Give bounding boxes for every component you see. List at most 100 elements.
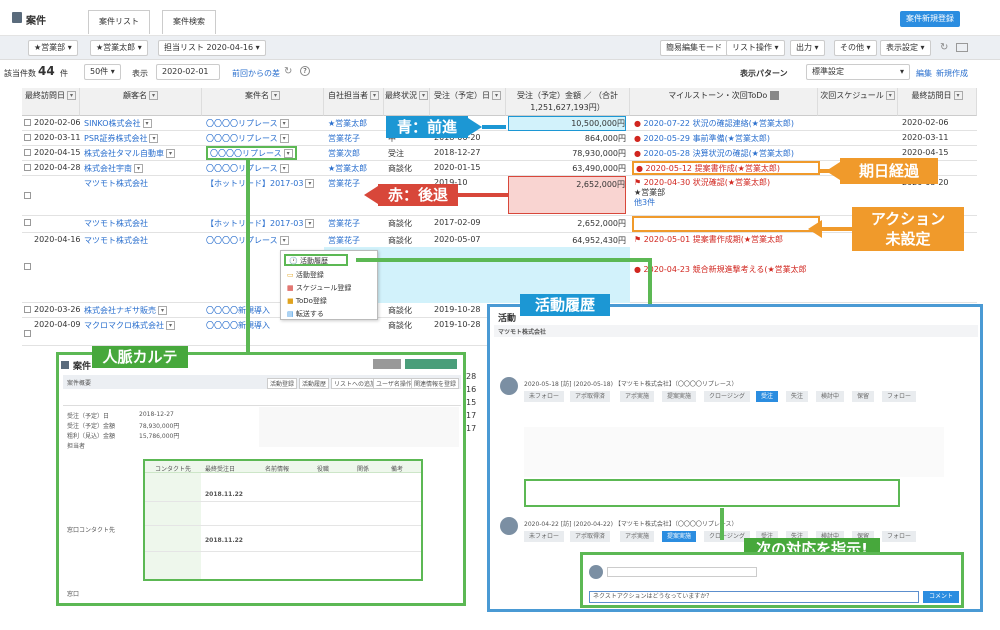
milestone-cell[interactable]: ⚑ 2020-05-01 提案書作成期(★営業太郎 ● 2020-04-23 競… [634,235,807,275]
karte-value: 15,786,000円 [139,433,180,440]
deal-link[interactable]: 【ホットリード】2017-03 ▾ [206,178,315,189]
count-label: 該当件数 [4,69,36,78]
milestone-link[interactable]: ● 2020-05-28 決算状況の確認(★営業太郎) [634,148,794,159]
menu-item-todo[interactable]: ■ ToDo登録 [287,296,327,306]
reply-input[interactable]: ネクストアクションはどうなっていますか？ [589,591,919,603]
header-owner[interactable]: 自社担当者 ▾ [324,88,384,116]
row-checkbox[interactable] [24,263,31,270]
row-checkbox[interactable] [24,306,31,313]
new-deal-button[interactable]: 案件新規登録 [900,11,960,27]
row-checkbox[interactable] [24,164,31,171]
row-checkbox[interactable] [24,192,31,199]
customer-link[interactable]: マツモト株式会社 [84,218,148,229]
filter-chip-owner[interactable]: ★営業太郎 ▾ [90,40,148,56]
tab-deal-search[interactable]: 案件検索 [162,10,216,34]
deal-link[interactable]: 【ホットリード】2017-03 ▾ [206,218,315,229]
milestone-link[interactable]: ● 2020-07-22 状況の確認連絡(★営業太郎) [634,118,794,129]
header-customer[interactable]: 顧客名 ▾ [80,88,202,116]
display-pattern-select[interactable]: 標準設定 ▾ [806,64,910,80]
help-icon[interactable]: ? [300,66,310,76]
row-order-date: 2019-10-28 [434,305,481,314]
deal-link[interactable]: 〇〇〇〇リプレース ▾ [206,118,289,129]
menu-item-schedule[interactable]: ▦ スケジュール登録 [287,283,351,293]
row-checkbox[interactable] [24,134,31,141]
header-order-date[interactable]: 受注（予定）日 ▾ [430,88,506,116]
display-settings-button[interactable]: 表示設定 ▾ [880,40,931,56]
table-row[interactable]: 2020-03-11 PSR証券株式会社 ▾ 〇〇〇〇リプレース ▾ 営業花子 中 … [22,131,977,146]
history-entry-header[interactable]: 2020-04-22 [訪] (2020-04-22) 【マツモト株式会社】（〇… [524,519,738,528]
comment-box[interactable] [524,479,900,507]
refresh-small-icon[interactable]: ↻ [284,66,292,77]
customer-link[interactable]: SINKO株式会社 ▾ [84,118,152,129]
stage-bar: 未フォロー アポ取得済 アポ実施 提案実施 クロージング 受注 失注 検討中 保… [524,531,944,544]
row-checkbox[interactable] [24,119,31,126]
customer-link[interactable]: マツモト株式会社 [84,178,148,189]
deal-link[interactable]: 〇〇〇〇新規導入 [206,305,270,316]
row-last-visit: 2020-02-06 [902,118,949,127]
customer-link[interactable]: マクロマクロ株式会社 ▾ [84,320,175,331]
tab-deal-list[interactable]: 案件リスト [88,10,150,34]
menu-item-forward[interactable]: ▤ 転送する [287,309,324,319]
milestone-empty[interactable] [632,216,820,232]
milestone-link[interactable]: ● 2020-05-29 事前準備(★営業太郎) [634,133,770,144]
customer-link[interactable]: PSR証券株式会社 ▾ [84,133,159,144]
milestone-cell[interactable]: ⚑ 2020-04-30 状況確認(★営業太郎) ★営業部 他3件 [634,178,770,208]
header-milestone[interactable]: マイルストーン・次回ToDo [630,88,818,116]
row-status: 商談化 [388,236,412,245]
table-row[interactable]: 2020-04-16 マツモト株式会社 〇〇〇〇リプレース ▾ 営業花子 商談化 … [22,233,977,303]
mention-input[interactable] [607,567,757,577]
owner-link[interactable]: 営業次郎 [328,148,360,159]
history-entry-header[interactable]: 2020-05-18 [訪] (2020-05-18) 【マツモト株式会社】（〇… [524,379,738,388]
karte-button[interactable] [405,359,457,369]
avatar [500,517,518,535]
row-date: 2020-02-06 [34,118,81,127]
header-next-schedule[interactable]: 次回スケジュール ▾ [818,88,898,116]
owner-link[interactable]: 営業花子 [328,133,360,144]
owner-link[interactable]: ★営業太郎 [328,118,367,129]
output-button[interactable]: 出力 ▾ [790,40,825,56]
owner-link[interactable]: 営業花子 [328,235,360,246]
karte-button[interactable] [373,359,401,369]
refresh-icon[interactable]: ↻ [940,42,948,53]
row-checkbox[interactable] [24,149,31,156]
customer-link[interactable]: 株式会社タマル自動車 ▾ [84,148,175,159]
reply-panel: ネクストアクションはどうなっていますか？ コメント [580,552,964,608]
table-row[interactable]: 2020-04-15 株式会社タマル自動車 ▾ 〇〇〇〇リプレース ▾ 営業次郎 受… [22,146,977,161]
menu-item-register[interactable]: ▭ 活動登録 [287,270,324,280]
header-status[interactable]: 最終状況 ▾ [384,88,430,116]
customer-link[interactable]: 株式会社ナギサ販売 ▾ [84,305,167,316]
header-last-visit[interactable]: 最終訪問日 ▾ [22,88,80,116]
new-pattern-link[interactable]: 新規作成 [936,68,968,79]
quick-edit-button[interactable]: 簡易編集モード [660,40,728,56]
header-last-visit-2[interactable]: 最終訪問日 ▾ [898,88,977,116]
deal-icon [12,12,22,23]
customer-link[interactable]: マツモト株式会社 [84,235,148,246]
deal-link[interactable]: 〇〇〇〇新規導入 [206,320,270,331]
row-order-date: 2020-01-15 [434,163,481,172]
from-prev-link[interactable]: 前回からの差 [232,68,280,79]
deal-link[interactable]: 〇〇〇〇リプレース ▾ [206,133,289,144]
list-ops-button[interactable]: リスト操作 ▾ [726,40,785,56]
milestone-overdue[interactable]: ● 2020-05-12 提案書作成(★営業太郎) [632,161,820,175]
owner-link[interactable]: 営業花子 [328,218,360,229]
row-order-date: 2019-10-28 [434,320,481,329]
row-checkbox[interactable] [24,330,31,337]
menu-item-history[interactable]: 🕐 活動履歴 [284,254,348,266]
owner-link[interactable]: ★営業太郎 [328,163,367,174]
header-deal[interactable]: 案件名 ▾ [202,88,324,116]
callout-forward: 青：前進 [386,116,468,138]
deal-link[interactable]: 〇〇〇〇リプレース ▾ [206,146,297,160]
date-input[interactable]: 2020-02-01 [156,64,220,80]
header-amount[interactable]: 受注（予定）金額 ／ （合計1,251,627,193円） [506,88,630,116]
owner-link[interactable]: 営業花子 [328,178,360,189]
other-button[interactable]: その他 ▾ [834,40,877,56]
copy-icon[interactable] [956,43,968,52]
filter-chip-department[interactable]: ★営業部 ▾ [28,40,78,56]
filter-chip-list[interactable]: 担当リスト 2020-04-16 ▾ [158,40,266,56]
customer-link[interactable]: 株式会社宇南 ▾ [84,163,143,174]
per-page-select[interactable]: 50件 ▾ [84,64,121,80]
row-status: 商談化 [388,219,412,228]
send-comment-button[interactable]: コメント [923,591,959,603]
row-checkbox[interactable] [24,219,31,226]
edit-pattern-link[interactable]: 編集 [916,68,932,79]
